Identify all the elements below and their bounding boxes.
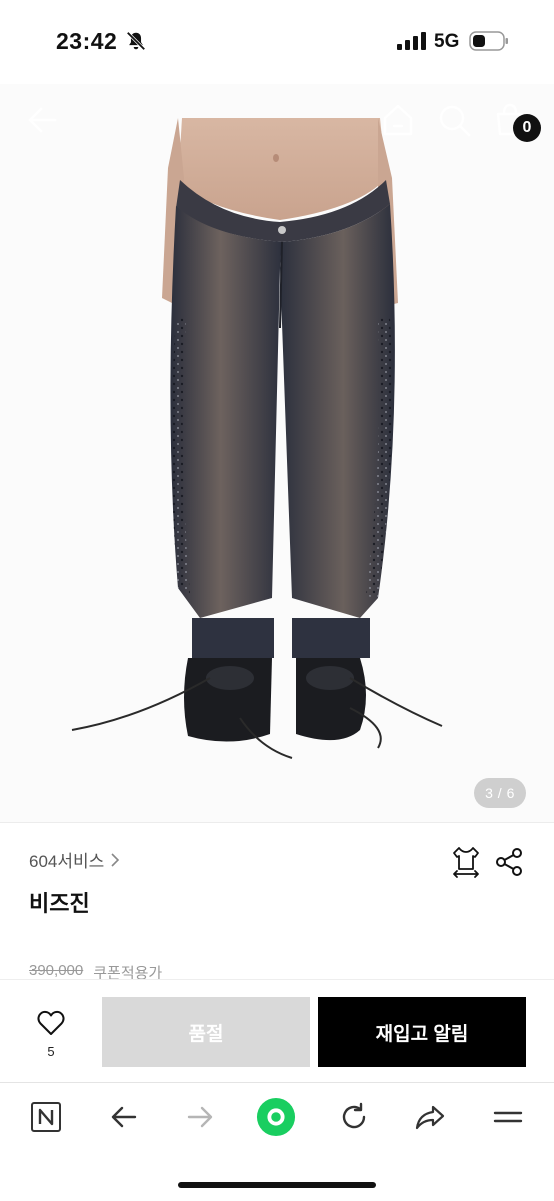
heart-icon	[37, 1010, 65, 1035]
browser-back-button[interactable]	[104, 1097, 144, 1137]
status-time: 23:42	[56, 28, 118, 54]
browser-menu-button[interactable]	[488, 1097, 528, 1137]
browser-forward-button[interactable]	[180, 1097, 220, 1137]
home-icon[interactable]	[378, 100, 418, 140]
chevron-right-icon	[111, 852, 120, 867]
green-dot-icon	[256, 1097, 296, 1137]
like-button[interactable]: 5	[24, 1008, 78, 1068]
battery-icon	[469, 31, 508, 51]
share-icon[interactable]	[494, 846, 524, 878]
reload-icon	[342, 1102, 366, 1129]
share-arrow-icon	[415, 1105, 445, 1130]
menu-icon	[493, 1111, 523, 1123]
signal-icon	[397, 32, 426, 50]
status-bar: 23:42 5G	[0, 0, 554, 84]
brand-link[interactable]: 604서비스	[29, 847, 120, 872]
brand-name: 604서비스	[29, 852, 105, 871]
image-page-indicator: 3 / 6	[474, 778, 526, 808]
green-dot-button[interactable]	[256, 1097, 296, 1137]
forward-icon	[187, 1106, 213, 1128]
like-count: 5	[47, 1044, 55, 1059]
product-image	[71, 118, 443, 759]
soldout-button[interactable]: 품절	[102, 997, 310, 1067]
naver-home-button[interactable]	[26, 1097, 66, 1137]
top-nav	[0, 84, 554, 154]
browser-share-button[interactable]	[410, 1097, 450, 1137]
product-title: 비즈진	[29, 891, 90, 916]
back-icon	[111, 1106, 137, 1128]
network-label: 5G	[434, 31, 460, 52]
reload-button[interactable]	[334, 1097, 374, 1137]
naver-n-icon	[31, 1102, 61, 1132]
restock-alert-button[interactable]: 재입고 알림	[318, 997, 526, 1067]
product-image-gallery[interactable]	[0, 84, 554, 822]
divider	[0, 822, 554, 823]
home-indicator	[178, 1182, 376, 1188]
cart-count-badge: 0	[513, 114, 541, 142]
search-icon[interactable]	[434, 100, 474, 140]
size-guide-icon[interactable]	[450, 845, 482, 879]
bell-muted-icon	[126, 31, 146, 51]
back-arrow-icon[interactable]	[23, 100, 63, 140]
